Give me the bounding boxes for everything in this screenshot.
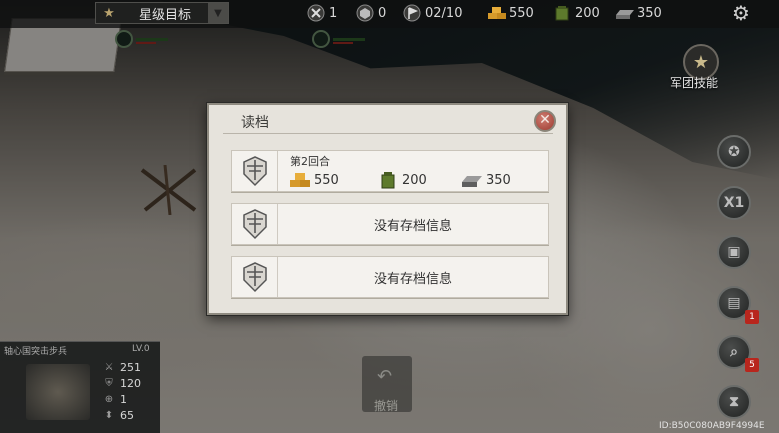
move-icon: ⬍ — [104, 410, 114, 421]
search-badge: 5 — [745, 358, 759, 372]
ammo-box-icon — [552, 4, 572, 22]
steel-ingot-icon — [460, 171, 484, 189]
save-slot-3[interactable]: 没有存档信息 — [231, 256, 549, 298]
rank-chevron-icon: ✪ — [728, 144, 740, 160]
undo-arrow-icon: ↶ — [377, 366, 393, 387]
crossed-swords-icon — [306, 4, 326, 22]
unit-info-panel: 轴心国突击步兵 LV.0 ⚔ 251 ⛨ 120 ⊕ 1 ⬍ 65 — [0, 341, 160, 433]
star-emblem-icon: ★ — [692, 51, 710, 73]
slot-turn: 第2回合 — [290, 155, 330, 168]
unit-move-value: 65 — [120, 409, 134, 422]
eagle-emblem-icon — [232, 204, 278, 244]
load-dialog: 读档 ✕ 第2回合 550 200 350 没有存档信息 没有存档信息 — [207, 103, 568, 315]
medal-icon: ★ — [103, 5, 115, 21]
star-goal-label: 星级目标 — [138, 7, 191, 23]
end-turn-button[interactable]: ⧗ — [717, 385, 751, 419]
shield-icon: ⛨ — [105, 378, 113, 389]
ammo-counter: 200 — [552, 3, 600, 23]
gold-bars-icon — [288, 171, 312, 189]
slot-gold: 550 — [288, 170, 339, 190]
mail-badge: 1 — [745, 310, 759, 324]
divider — [223, 133, 553, 134]
unit-range-value: 1 — [120, 393, 127, 406]
save-slot-2[interactable]: 没有存档信息 — [231, 203, 549, 245]
attack-icon: ⚔ — [104, 362, 114, 373]
empty-slot-text: 没有存档信息 — [373, 271, 452, 287]
speed-button[interactable]: X1 — [717, 186, 751, 220]
close-icon: ✕ — [539, 112, 551, 128]
steel-counter: 350 — [614, 3, 662, 23]
eagle-emblem-icon — [232, 151, 278, 191]
unit-defense-value: 120 — [120, 377, 141, 390]
slot-ammo: 200 — [376, 170, 427, 190]
speed-label: X1 — [723, 195, 745, 211]
search-icon: ⌕ — [730, 344, 738, 360]
unit-name: 轴心国突击步兵 — [4, 347, 68, 357]
legion-skill-label: 军团技能 — [670, 76, 719, 90]
cube-counter: 0 — [355, 3, 386, 23]
undo-label: 撤销 — [374, 399, 399, 413]
cube-icon — [355, 4, 375, 22]
top-bar: ★ 星级目标 ▼ 1 0 02/10 550 200 350 ⚙ — [0, 0, 779, 28]
gold-bars-icon — [486, 4, 506, 22]
chevron-down-icon[interactable]: ▼ — [208, 3, 228, 23]
star-goal-dropdown[interactable]: ★ 星级目标 ▼ — [95, 2, 229, 24]
save-button[interactable]: ▣ — [717, 235, 751, 269]
device-id: ID:B50C080AB9F4994E — [659, 421, 765, 431]
floppy-disk-icon: ▣ — [727, 244, 741, 260]
gear-icon[interactable]: ⚙ — [730, 2, 752, 24]
mail-icon: ▤ — [727, 295, 741, 311]
turn-counter: 02/10 — [402, 3, 462, 23]
gold-counter: 550 — [486, 3, 534, 23]
slot-steel: 350 — [460, 170, 511, 190]
close-button[interactable]: ✕ — [534, 110, 556, 132]
unit-level: LV.0 — [132, 344, 150, 354]
dialog-title: 读档 — [241, 115, 269, 131]
unit-hp-value: 251 — [120, 361, 141, 374]
rank-button[interactable]: ✪ — [717, 135, 751, 169]
flag-icon — [402, 4, 422, 22]
crosshair-icon: ⊕ — [104, 394, 114, 405]
eagle-emblem-icon — [232, 257, 278, 297]
empty-slot-text: 没有存档信息 — [373, 218, 452, 234]
steel-ingot-icon — [614, 4, 634, 22]
save-slot-1[interactable]: 第2回合 550 200 350 — [231, 150, 549, 192]
ammo-box-icon — [376, 171, 400, 189]
kills-counter: 1 — [306, 3, 337, 23]
unit-portrait — [26, 364, 90, 420]
undo-button[interactable]: ↶ 撤销 — [362, 356, 412, 413]
hourglass-icon: ⧗ — [729, 394, 739, 410]
